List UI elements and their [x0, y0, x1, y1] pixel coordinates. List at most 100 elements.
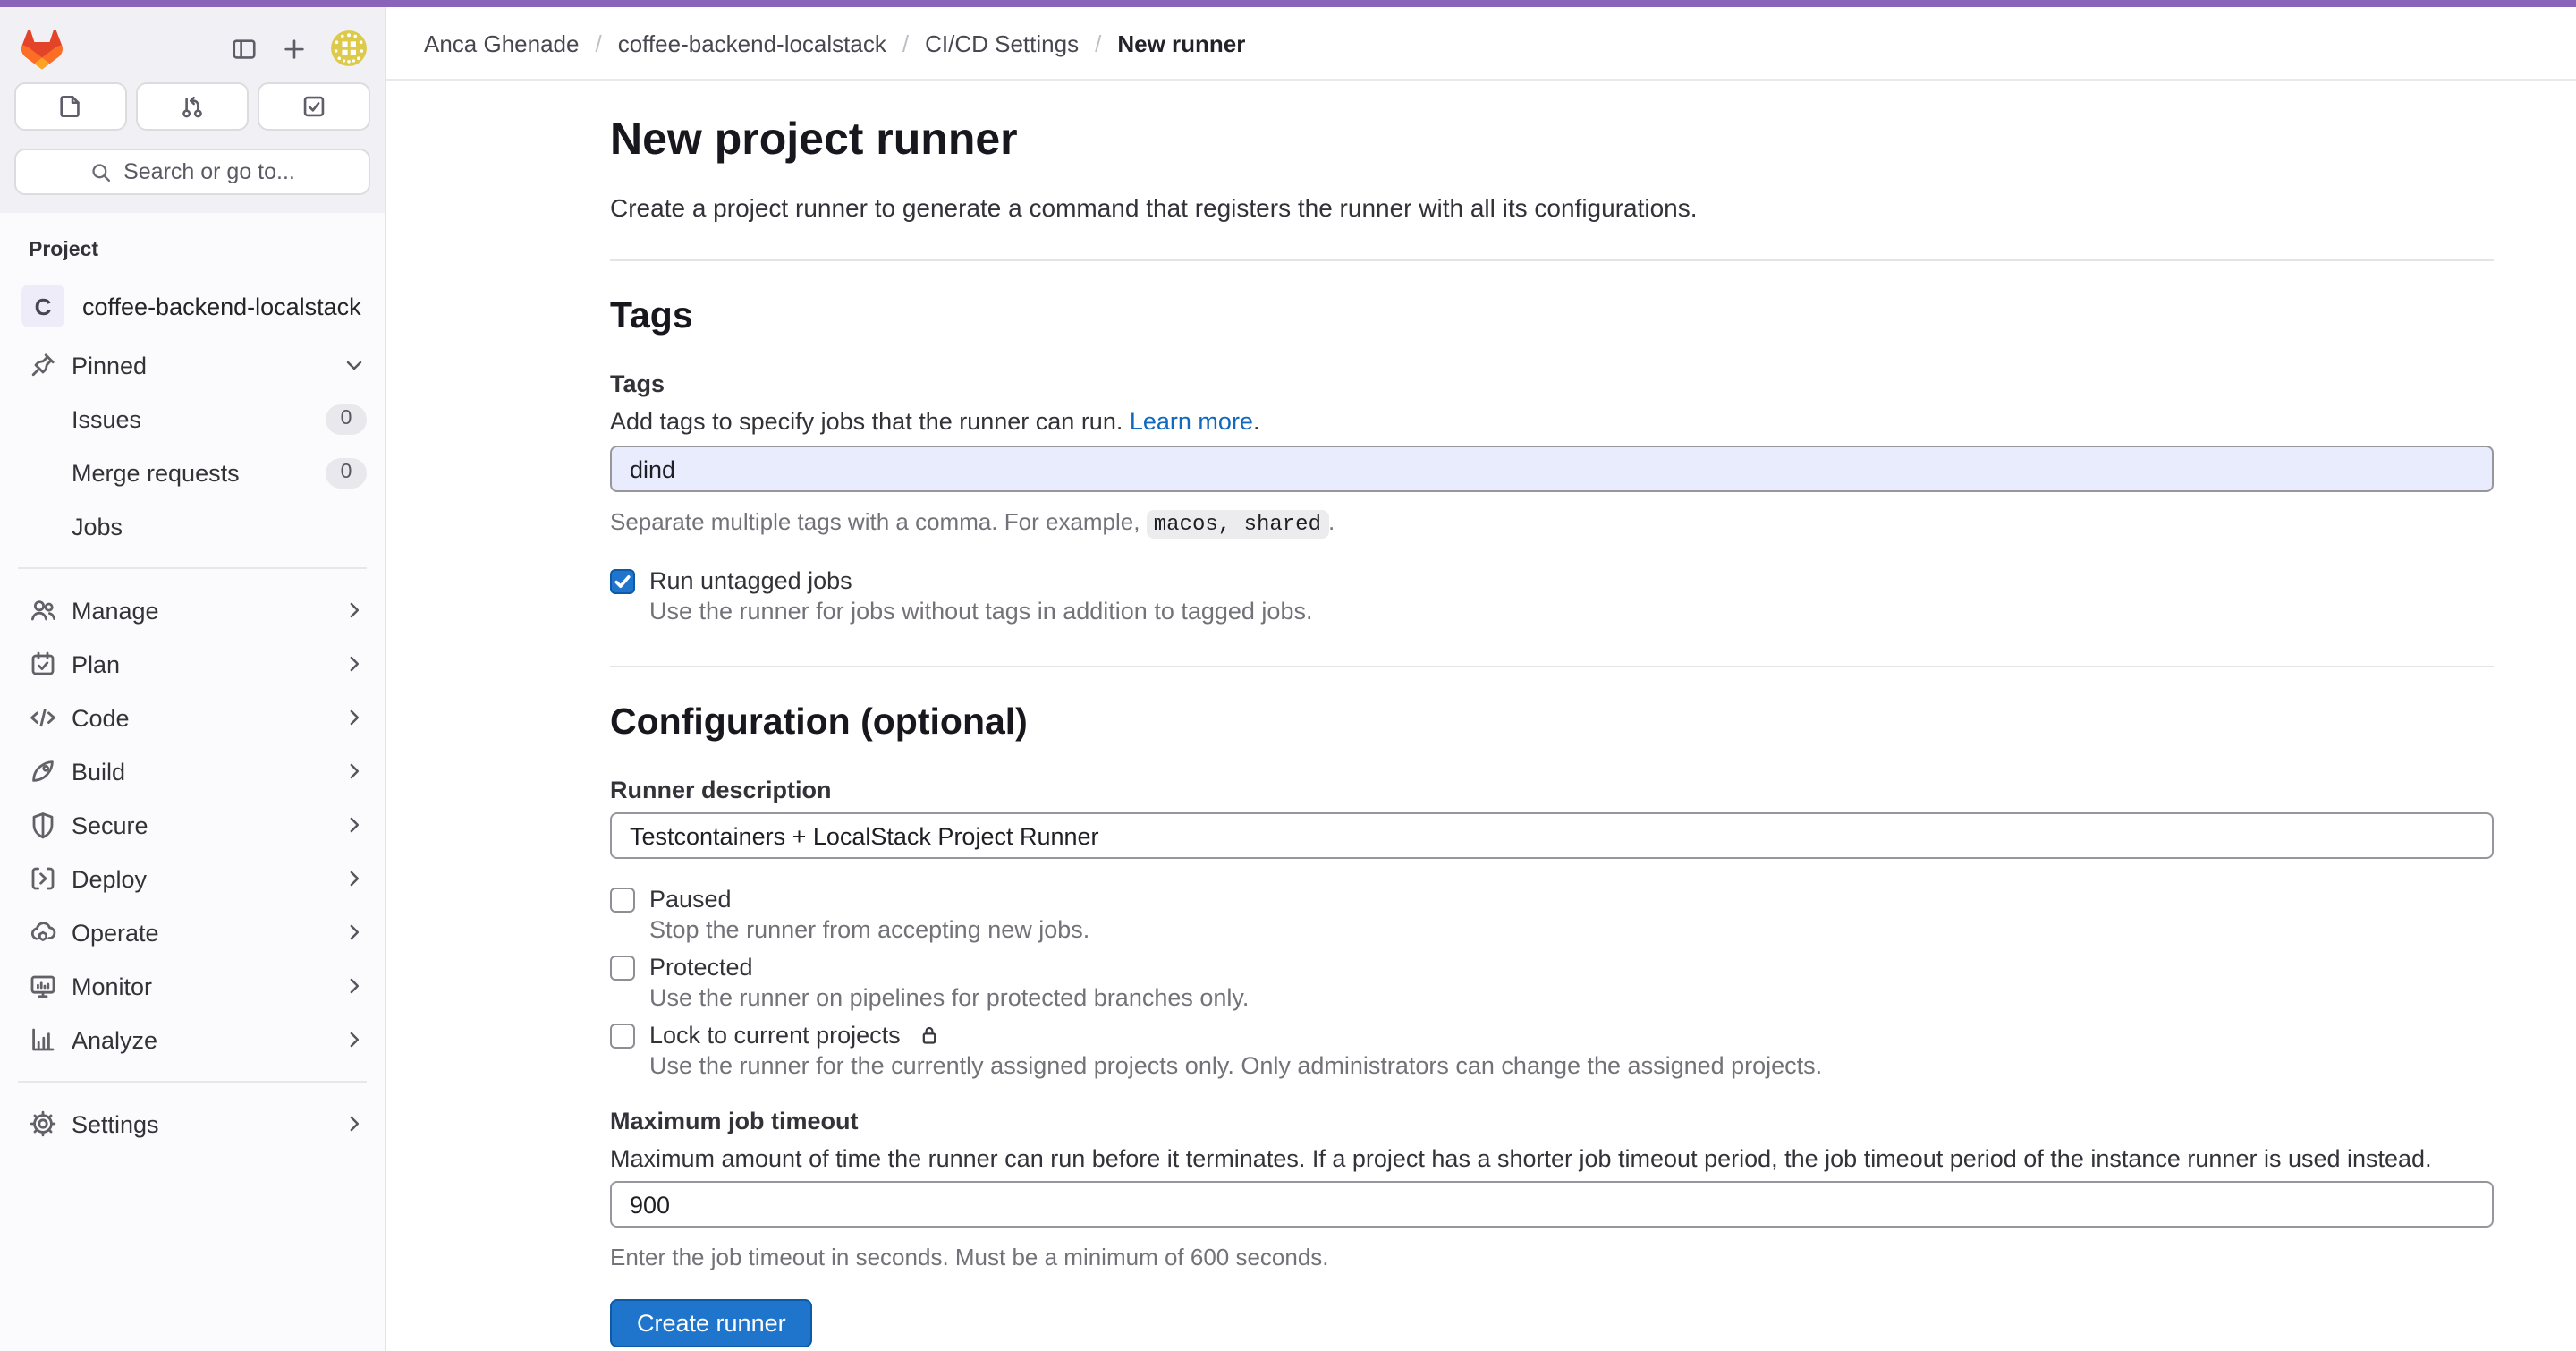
- tags-helper-text: Separate multiple tags with a comma. For…: [610, 506, 2494, 540]
- maximum-job-timeout-input[interactable]: [610, 1181, 2494, 1228]
- sidebar-header: Search or go to...: [0, 7, 385, 213]
- lock-to-current-projects-label[interactable]: Lock to current projects: [610, 1020, 2494, 1050]
- maximum-job-timeout-description: Maximum amount of time the runner can ru…: [610, 1143, 2494, 1176]
- chevron-right-icon: [342, 973, 367, 998]
- sidebar-item-project[interactable]: C coffee-backend-localstack: [0, 274, 385, 338]
- gear-icon: [29, 1109, 57, 1138]
- sidebar-nav: Project C coffee-backend-localstack Pinn…: [0, 213, 385, 1351]
- paused-label[interactable]: Paused: [610, 884, 2494, 914]
- sidebar-item-pinned[interactable]: Pinned: [0, 338, 385, 392]
- deploy-icon: [29, 864, 57, 893]
- chevron-right-icon: [342, 812, 367, 837]
- sidebar-toggle-icon[interactable]: [231, 35, 258, 62]
- sidebar-item-code[interactable]: Code: [0, 691, 385, 744]
- tags-example-code: macos, shared: [1147, 510, 1328, 539]
- page-title: New project runner: [610, 113, 2494, 166]
- count-badge: 0: [326, 404, 367, 434]
- lock-to-current-projects-description: Use the runner for the currently assigne…: [649, 1050, 2494, 1081]
- sidebar-item-operate[interactable]: Operate: [0, 905, 385, 959]
- configuration-section-heading: Configuration (optional): [610, 700, 2494, 746]
- tags-field-description: Add tags to specify jobs that the runner…: [610, 406, 2494, 438]
- run-untagged-jobs-description: Use the runner for jobs without tags in …: [649, 596, 2494, 626]
- page-subtitle: Create a project runner to generate a co…: [610, 191, 2494, 225]
- issues-shortcut-button[interactable]: [14, 82, 127, 131]
- merge-requests-shortcut-button[interactable]: [136, 82, 249, 131]
- rocket-icon: [29, 757, 57, 786]
- lock-to-current-projects-group: Lock to current projects Use the runner …: [610, 1020, 2494, 1081]
- paused-group: Paused Stop the runner from accepting ne…: [610, 884, 2494, 945]
- chevron-right-icon: [342, 759, 367, 784]
- lock-icon: [919, 1024, 942, 1047]
- nav-divider: [18, 1081, 367, 1083]
- count-badge: 0: [326, 457, 367, 488]
- breadcrumb-separator: /: [902, 30, 909, 56]
- code-icon: [29, 703, 57, 732]
- tags-input[interactable]: [610, 446, 2494, 492]
- breadcrumb-item-ci-cd-settings[interactable]: CI/CD Settings: [925, 30, 1079, 56]
- chevron-right-icon: [342, 866, 367, 891]
- sidebar-item-settings[interactable]: Settings: [0, 1097, 385, 1151]
- sidebar-item-merge-requests[interactable]: Merge requests 0: [0, 446, 385, 499]
- gitlab-window: Search or go to... Project C coffee-back…: [0, 0, 2576, 1351]
- run-untagged-jobs-group: Run untagged jobs Use the runner for job…: [610, 565, 2494, 626]
- runner-description-input[interactable]: [610, 812, 2494, 859]
- todo-shortcut-button[interactable]: [258, 82, 370, 131]
- learn-more-link[interactable]: Learn more: [1130, 408, 1253, 435]
- breadcrumb-item-anca-ghenade[interactable]: Anca Ghenade: [424, 30, 579, 56]
- maximum-job-timeout-helper: Enter the job timeout in seconds. Must b…: [610, 1242, 2494, 1272]
- protected-label[interactable]: Protected: [610, 952, 2494, 982]
- page-content: New project runner Create a project runn…: [386, 81, 2576, 1351]
- shield-icon: [29, 811, 57, 839]
- section-divider: [610, 259, 2494, 261]
- breadcrumb-item-new-runner: New runner: [1117, 30, 1245, 56]
- sidebar: Search or go to... Project C coffee-back…: [0, 7, 386, 1351]
- tags-field-label: Tags: [610, 369, 2494, 399]
- sidebar-item-issues[interactable]: Issues 0: [0, 392, 385, 446]
- tags-section-heading: Tags: [610, 293, 2494, 340]
- plus-icon[interactable]: [281, 35, 308, 62]
- run-untagged-jobs-checkbox[interactable]: [610, 568, 635, 593]
- chevron-right-icon: [342, 651, 367, 676]
- window-accent-bar: [0, 0, 2576, 7]
- breadcrumb-item-coffee-backend-localstack[interactable]: coffee-backend-localstack: [618, 30, 886, 56]
- user-avatar[interactable]: [331, 30, 367, 66]
- nav-divider: [18, 567, 367, 569]
- cloud-pod-icon: [29, 918, 57, 947]
- chevron-down-icon: [342, 353, 367, 378]
- project-avatar: C: [21, 285, 64, 327]
- run-untagged-jobs-label[interactable]: Run untagged jobs: [610, 565, 2494, 596]
- lock-to-current-projects-checkbox[interactable]: [610, 1023, 635, 1048]
- maximum-job-timeout-label: Maximum job timeout: [610, 1106, 2494, 1136]
- chevron-right-icon: [342, 705, 367, 730]
- project-name: coffee-backend-localstack: [82, 293, 361, 319]
- merge-request-icon: [179, 93, 206, 120]
- chevron-right-icon: [342, 920, 367, 945]
- breadcrumb: Anca Ghenade / coffee-backend-localstack / C…: [386, 7, 2576, 81]
- breadcrumb-separator: /: [595, 30, 601, 56]
- search-placeholder: Search or go to...: [123, 159, 295, 184]
- runner-description-label: Runner description: [610, 775, 2494, 805]
- issues-icon: [57, 93, 84, 120]
- sidebar-item-manage[interactable]: Manage: [0, 583, 385, 637]
- sidebar-item-analyze[interactable]: Analyze: [0, 1013, 385, 1066]
- sidebar-item-monitor[interactable]: Monitor: [0, 959, 385, 1013]
- pin-icon: [29, 351, 57, 379]
- calendar-check-icon: [29, 650, 57, 678]
- sidebar-item-plan[interactable]: Plan: [0, 637, 385, 691]
- protected-description: Use the runner on pipelines for protecte…: [649, 982, 2494, 1013]
- sidebar-item-build[interactable]: Build: [0, 744, 385, 798]
- protected-group: Protected Use the runner on pipelines fo…: [610, 952, 2494, 1013]
- chevron-right-icon: [342, 1027, 367, 1052]
- search-input[interactable]: Search or go to...: [14, 149, 370, 195]
- sidebar-item-secure[interactable]: Secure: [0, 798, 385, 852]
- paused-checkbox[interactable]: [610, 887, 635, 912]
- gitlab-logo[interactable]: [21, 28, 63, 69]
- main-area: Anca Ghenade / coffee-backend-localstack / C…: [386, 7, 2576, 1351]
- sidebar-item-deploy[interactable]: Deploy: [0, 852, 385, 905]
- chart-icon: [29, 1025, 57, 1054]
- protected-checkbox[interactable]: [610, 955, 635, 980]
- todo-icon: [301, 93, 327, 120]
- search-icon: [89, 160, 113, 183]
- sidebar-item-jobs[interactable]: Jobs: [0, 499, 385, 553]
- create-runner-button[interactable]: Create runner: [610, 1299, 813, 1347]
